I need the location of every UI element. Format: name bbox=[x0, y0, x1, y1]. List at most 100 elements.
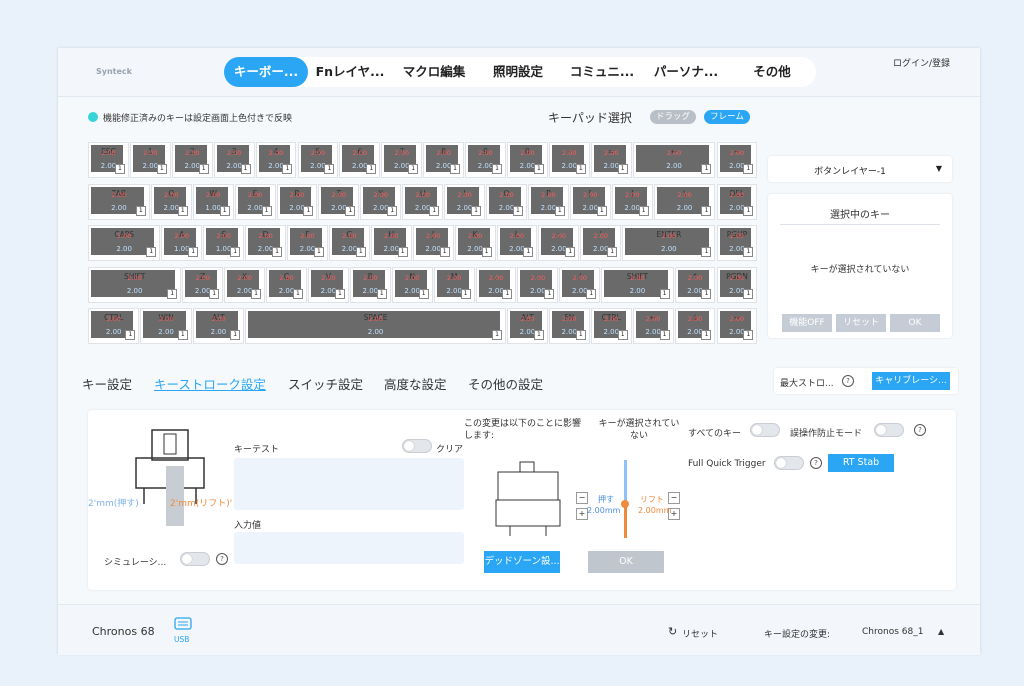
key[interactable]: , 2.00 2.00 1 bbox=[475, 266, 517, 303]
tab-lighting[interactable]: 照明設定 bbox=[476, 57, 560, 87]
reset-key-button[interactable]: リセット bbox=[836, 314, 886, 332]
slider-handle[interactable] bbox=[621, 500, 629, 508]
profile-name[interactable]: Chronos 68_1 bbox=[862, 627, 923, 637]
layer-select[interactable]: ボタンレイヤー-1 ▼ bbox=[768, 156, 952, 182]
key[interactable]: A 2.00 1.00 1 bbox=[161, 225, 203, 261]
subtab-keystroke[interactable]: キーストローク設定 bbox=[154, 374, 266, 393]
key[interactable]: ↓ 2.00 2.00 1 bbox=[674, 308, 716, 344]
simulation-toggle[interactable] bbox=[180, 552, 210, 566]
key[interactable]: E 2.00 2.00 1 bbox=[234, 183, 276, 220]
key[interactable]: F 2.00 2.00 1 bbox=[287, 225, 328, 261]
key[interactable]: 2 2.00 2.00 1 bbox=[171, 142, 213, 178]
tab-other[interactable]: その他 bbox=[728, 57, 816, 87]
key[interactable]: TAB 2.00 2.00 1 bbox=[88, 183, 150, 220]
key[interactable]: PGUP 2.00 2.00 1 bbox=[716, 225, 758, 261]
key[interactable]: K 2.00 2.00 1 bbox=[454, 225, 496, 261]
key[interactable]: D 2.00 2.00 1 bbox=[245, 225, 287, 261]
login-link[interactable]: ログイン/登録 bbox=[893, 56, 950, 69]
key[interactable]: O 2.00 2.00 1 bbox=[486, 183, 527, 220]
key[interactable]: 3 2.00 2.00 1 bbox=[213, 142, 255, 178]
clear-toggle[interactable] bbox=[402, 439, 432, 453]
full-quick-trigger-toggle[interactable] bbox=[774, 456, 804, 470]
ok-key-button[interactable]: OK bbox=[890, 314, 940, 332]
key[interactable]: ↑ 2.00 2.00 1 bbox=[674, 266, 716, 303]
deadzone-button[interactable]: デッドゾーン設... bbox=[484, 551, 560, 573]
key[interactable]: R 2.00 2.00 1 bbox=[276, 183, 318, 220]
chevron-up-icon[interactable]: ▲ bbox=[938, 627, 944, 636]
frame-pill[interactable]: フレーム bbox=[704, 110, 750, 124]
key[interactable]: J 2.00 2.00 1 bbox=[412, 225, 454, 261]
key[interactable]: 9 2.00 2.00 1 bbox=[465, 142, 506, 178]
press-slider-track[interactable] bbox=[624, 460, 627, 504]
lift-slider-track[interactable] bbox=[624, 504, 627, 538]
help-icon[interactable]: ? bbox=[842, 375, 854, 387]
key-test-area[interactable] bbox=[234, 458, 464, 510]
key[interactable]: = 2.00 2.00 1 bbox=[590, 142, 632, 178]
key[interactable]: C 2.00 2.00 1 bbox=[266, 266, 307, 303]
all-keys-toggle[interactable] bbox=[750, 423, 780, 437]
key[interactable]: X 2.00 2.00 1 bbox=[224, 266, 266, 303]
calibration-button[interactable]: キャリブレーシ... bbox=[872, 372, 950, 390]
key[interactable]: Y 2.00 2.00 1 bbox=[360, 183, 402, 220]
key[interactable]: G 2.00 2.00 1 bbox=[328, 225, 370, 261]
anti-misoperation-toggle[interactable] bbox=[874, 423, 904, 437]
key[interactable]: ← 2.00 2.00 1 bbox=[632, 142, 716, 178]
key[interactable]: → 2.00 2.00 1 bbox=[716, 308, 758, 344]
tab-keyboard[interactable]: キーボー... bbox=[224, 57, 308, 87]
key[interactable]: SHIFT 2.00 2.00 1 bbox=[88, 266, 182, 303]
key[interactable]: DEL 2.00 2.00 1 bbox=[716, 183, 758, 220]
key[interactable]: M 2.00 2.00 1 bbox=[433, 266, 475, 303]
stroke-ok-button[interactable]: OK bbox=[588, 551, 664, 573]
help-icon[interactable]: ? bbox=[914, 424, 926, 436]
key[interactable]: Q 2.00 2.00 1 bbox=[150, 183, 192, 220]
key[interactable]: 1 2.00 2.00 1 bbox=[129, 142, 171, 178]
rt-stab-button[interactable]: RT Stab bbox=[828, 454, 894, 472]
key[interactable]: [2.00 2.00 1 bbox=[569, 183, 611, 220]
key[interactable]: ALT 2.00 2.00 1 bbox=[507, 308, 548, 344]
key[interactable]: ← 2.00 2.00 1 bbox=[632, 308, 674, 344]
subtab-switch[interactable]: スイッチ設定 bbox=[288, 374, 363, 393]
key[interactable]: S 2.00 1.00 1 bbox=[203, 225, 245, 261]
key[interactable]: H 2.00 2.00 1 bbox=[370, 225, 412, 261]
key[interactable]: W 2.00 1.00 1 bbox=[192, 183, 234, 220]
key[interactable]: . 2.00 2.00 1 bbox=[517, 266, 559, 303]
key[interactable]: ~2.00 2.00 1 bbox=[716, 142, 758, 178]
subtab-other-settings[interactable]: その他の設定 bbox=[468, 374, 543, 393]
key[interactable]: V 2.00 2.00 1 bbox=[307, 266, 349, 303]
key[interactable]: 5 2.00 2.00 1 bbox=[297, 142, 339, 178]
tab-personal[interactable]: パーソナ... bbox=[644, 57, 728, 87]
key[interactable]: P 2.00 2.00 1 bbox=[527, 183, 569, 220]
key[interactable]: CAPS 2.00 2.00 1 bbox=[88, 225, 161, 261]
key[interactable]: 4 2.00 2.00 1 bbox=[255, 142, 297, 178]
key[interactable]: WIN 2.00 2.00 1 bbox=[140, 308, 192, 344]
subtab-key-settings[interactable]: キー設定 bbox=[82, 374, 132, 393]
help-icon[interactable]: ? bbox=[810, 457, 822, 469]
key[interactable]: ' 2.00 2.00 1 bbox=[580, 225, 622, 261]
key[interactable]: Z 2.00 2.00 1 bbox=[182, 266, 224, 303]
subtab-advanced[interactable]: 高度な設定 bbox=[384, 374, 447, 393]
key[interactable]: FN 2.00 2.00 1 bbox=[548, 308, 590, 344]
function-off-button[interactable]: 機能OFF bbox=[782, 314, 832, 332]
key[interactable]: CTRL 2.00 2.00 1 bbox=[88, 308, 140, 344]
tab-macro[interactable]: マクロ編集 bbox=[392, 57, 476, 87]
tab-fn-layer[interactable]: Fnレイヤ... bbox=[308, 57, 392, 87]
key[interactable]: ENTER 2.00 2.00 1 bbox=[622, 225, 716, 261]
key[interactable]: \ 2.00 2.00 1 bbox=[653, 183, 716, 220]
key[interactable]: /2.00 2.00 1 bbox=[559, 266, 601, 303]
key[interactable]: 0 2.00 2.00 1 bbox=[507, 142, 548, 178]
key[interactable]: -2.00 2.00 1 bbox=[548, 142, 590, 178]
drag-pill[interactable]: ドラッグ bbox=[650, 110, 696, 124]
key[interactable]: SPACE 2.00 2.00 1 bbox=[245, 308, 506, 344]
key[interactable]: U 2.00 2.00 1 bbox=[402, 183, 444, 220]
key[interactable]: ALT 2.00 2.00 1 bbox=[192, 308, 245, 344]
key[interactable]: ] 2.00 2.00 1 bbox=[611, 183, 653, 220]
plus-icon[interactable]: + bbox=[668, 508, 680, 520]
key[interactable]: N 2.00 2.00 1 bbox=[391, 266, 433, 303]
input-value-field[interactable] bbox=[234, 532, 464, 564]
key[interactable]: 6 2.00 2.00 1 bbox=[339, 142, 381, 178]
key[interactable]: I 2.00 2.00 1 bbox=[444, 183, 486, 220]
tab-community[interactable]: コミュニ... bbox=[560, 57, 644, 87]
key[interactable]: 8 2.00 2.00 1 bbox=[423, 142, 465, 178]
key[interactable]: ESC 2.00 2.00 1 bbox=[88, 142, 129, 178]
key[interactable]: T 2.00 2.00 1 bbox=[318, 183, 360, 220]
